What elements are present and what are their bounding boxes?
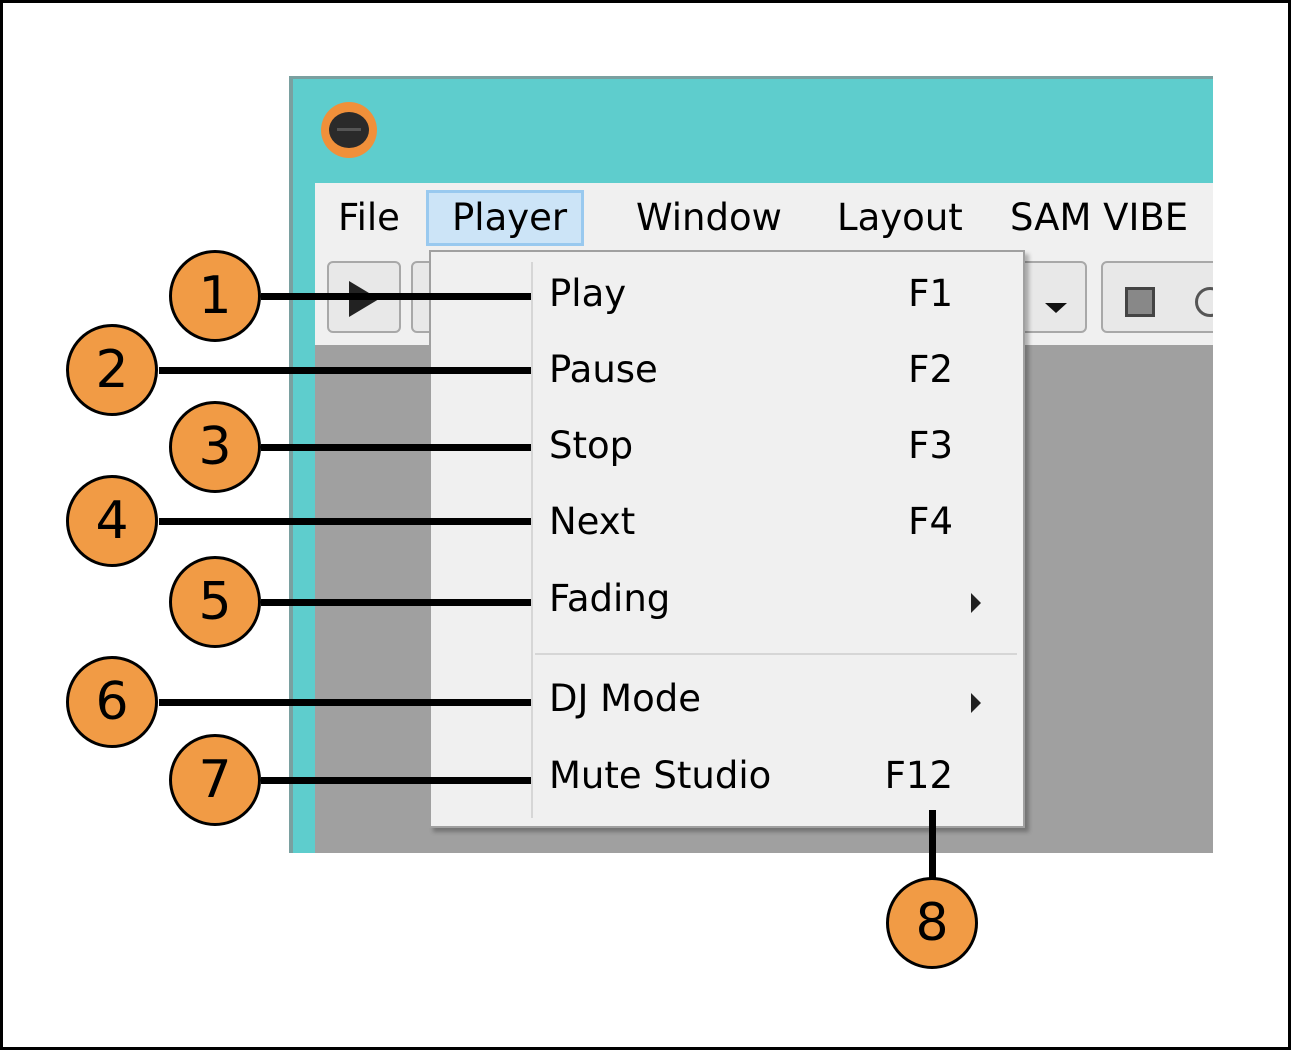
callout-1: 1 <box>169 250 261 342</box>
menu-item-shortcut: F2 <box>908 348 953 391</box>
callout-5: 5 <box>169 556 261 648</box>
menu-bar: File Player Window Layout SAM VIBE <box>315 183 1213 251</box>
callout-2: 2 <box>66 324 158 416</box>
callout-line-6 <box>159 699 531 706</box>
menu-item-shortcut: F4 <box>908 500 953 543</box>
stop-icon <box>1125 287 1155 317</box>
stop-button[interactable] <box>1101 261 1213 333</box>
menu-item-shortcut: F1 <box>908 272 953 315</box>
menu-layout[interactable]: Layout <box>814 190 986 246</box>
app-logo-icon <box>321 102 377 158</box>
menu-item-label: DJ Mode <box>549 677 701 720</box>
player-menu-dropdown: Play F1 Pause F2 Stop F3 Next F4 Fading … <box>429 250 1025 828</box>
callout-line-8 <box>929 810 936 880</box>
menu-item-label: Mute Studio <box>549 754 772 797</box>
menu-item-stop[interactable]: Stop F3 <box>431 416 1023 486</box>
menu-item-label: Stop <box>549 424 634 467</box>
submenu-chevron-right-icon <box>971 593 981 613</box>
menu-player[interactable]: Player <box>426 190 584 246</box>
menu-item-next[interactable]: Next F4 <box>431 492 1023 562</box>
dropdown-arrow-icon <box>1045 303 1067 313</box>
menu-item-label: Next <box>549 500 636 543</box>
menu-window[interactable]: Window <box>613 190 805 246</box>
callout-line-7 <box>261 777 531 784</box>
callout-line-3 <box>261 444 531 451</box>
menu-separator <box>535 653 1017 655</box>
app-logo-inner <box>329 112 369 148</box>
figure-frame: File Player Window Layout SAM VIBE Play <box>0 0 1291 1050</box>
submenu-chevron-right-icon <box>971 693 981 713</box>
menu-item-shortcut: F3 <box>908 424 953 467</box>
window-border-left <box>289 76 293 853</box>
menu-item-label: Play <box>549 272 627 315</box>
menu-file[interactable]: File <box>315 190 423 246</box>
callout-6: 6 <box>66 656 158 748</box>
menu-item-label: Pause <box>549 348 658 391</box>
callout-line-5 <box>261 599 531 606</box>
callout-line-4 <box>159 518 531 525</box>
menu-sam-vibe[interactable]: SAM VIBE <box>987 190 1211 246</box>
callout-8: 8 <box>886 877 978 969</box>
window-border-top <box>289 76 1213 79</box>
callout-3: 3 <box>169 401 261 493</box>
callout-line-2 <box>159 367 531 374</box>
menu-item-pause[interactable]: Pause F2 <box>431 340 1023 410</box>
callout-4: 4 <box>66 475 158 567</box>
dropdown-button[interactable] <box>1015 261 1087 333</box>
menu-item-shortcut: F12 <box>884 754 953 797</box>
callout-line-1 <box>261 293 531 300</box>
menu-item-label: Fading <box>549 577 671 620</box>
callout-7: 7 <box>169 734 261 826</box>
circle-icon <box>1195 287 1213 317</box>
